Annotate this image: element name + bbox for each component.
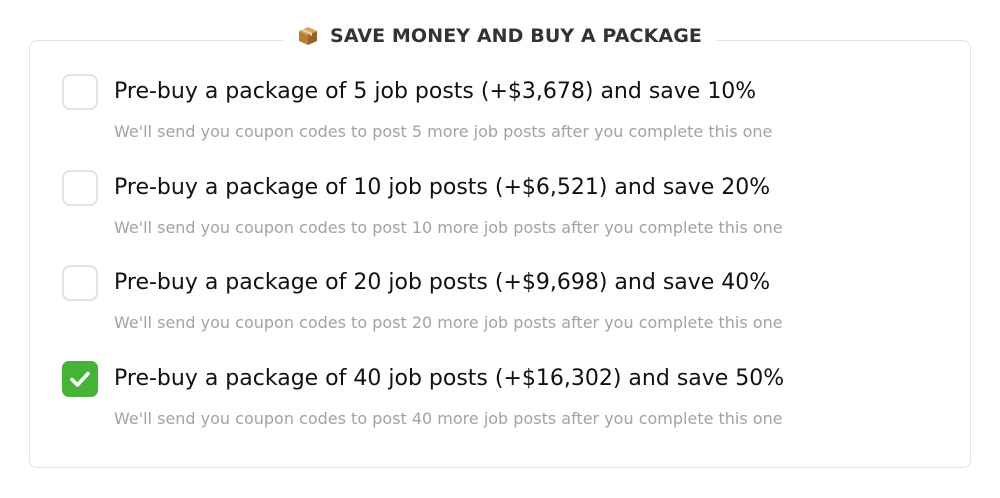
package-option-20-checkbox[interactable] bbox=[62, 265, 98, 301]
package-option-20-label[interactable]: Pre-buy a package of 20 job posts (+$9,6… bbox=[114, 265, 770, 301]
package-header-title: SAVE MONEY AND BUY A PACKAGE bbox=[330, 25, 702, 47]
package-box-icon bbox=[298, 26, 318, 46]
package-option-5-label[interactable]: Pre-buy a package of 5 job posts (+$3,67… bbox=[114, 74, 756, 110]
package-option-10-checkbox[interactable] bbox=[62, 170, 98, 206]
package-option-10-label[interactable]: Pre-buy a package of 10 job posts (+$6,5… bbox=[114, 170, 770, 206]
package-option-10-description: We'll send you coupon codes to post 10 m… bbox=[114, 218, 783, 237]
package-option-40-label[interactable]: Pre-buy a package of 40 job posts (+$16,… bbox=[114, 361, 784, 397]
checkmark-icon bbox=[70, 371, 90, 387]
package-option-20-description: We'll send you coupon codes to post 20 m… bbox=[114, 313, 783, 332]
package-option-40-checkbox[interactable] bbox=[62, 361, 98, 397]
package-option-5-description: We'll send you coupon codes to post 5 mo… bbox=[114, 122, 773, 141]
package-option-5-checkbox[interactable] bbox=[62, 74, 98, 110]
package-header: SAVE MONEY AND BUY A PACKAGE bbox=[284, 25, 716, 47]
package-option-40-description: We'll send you coupon codes to post 40 m… bbox=[114, 409, 783, 428]
